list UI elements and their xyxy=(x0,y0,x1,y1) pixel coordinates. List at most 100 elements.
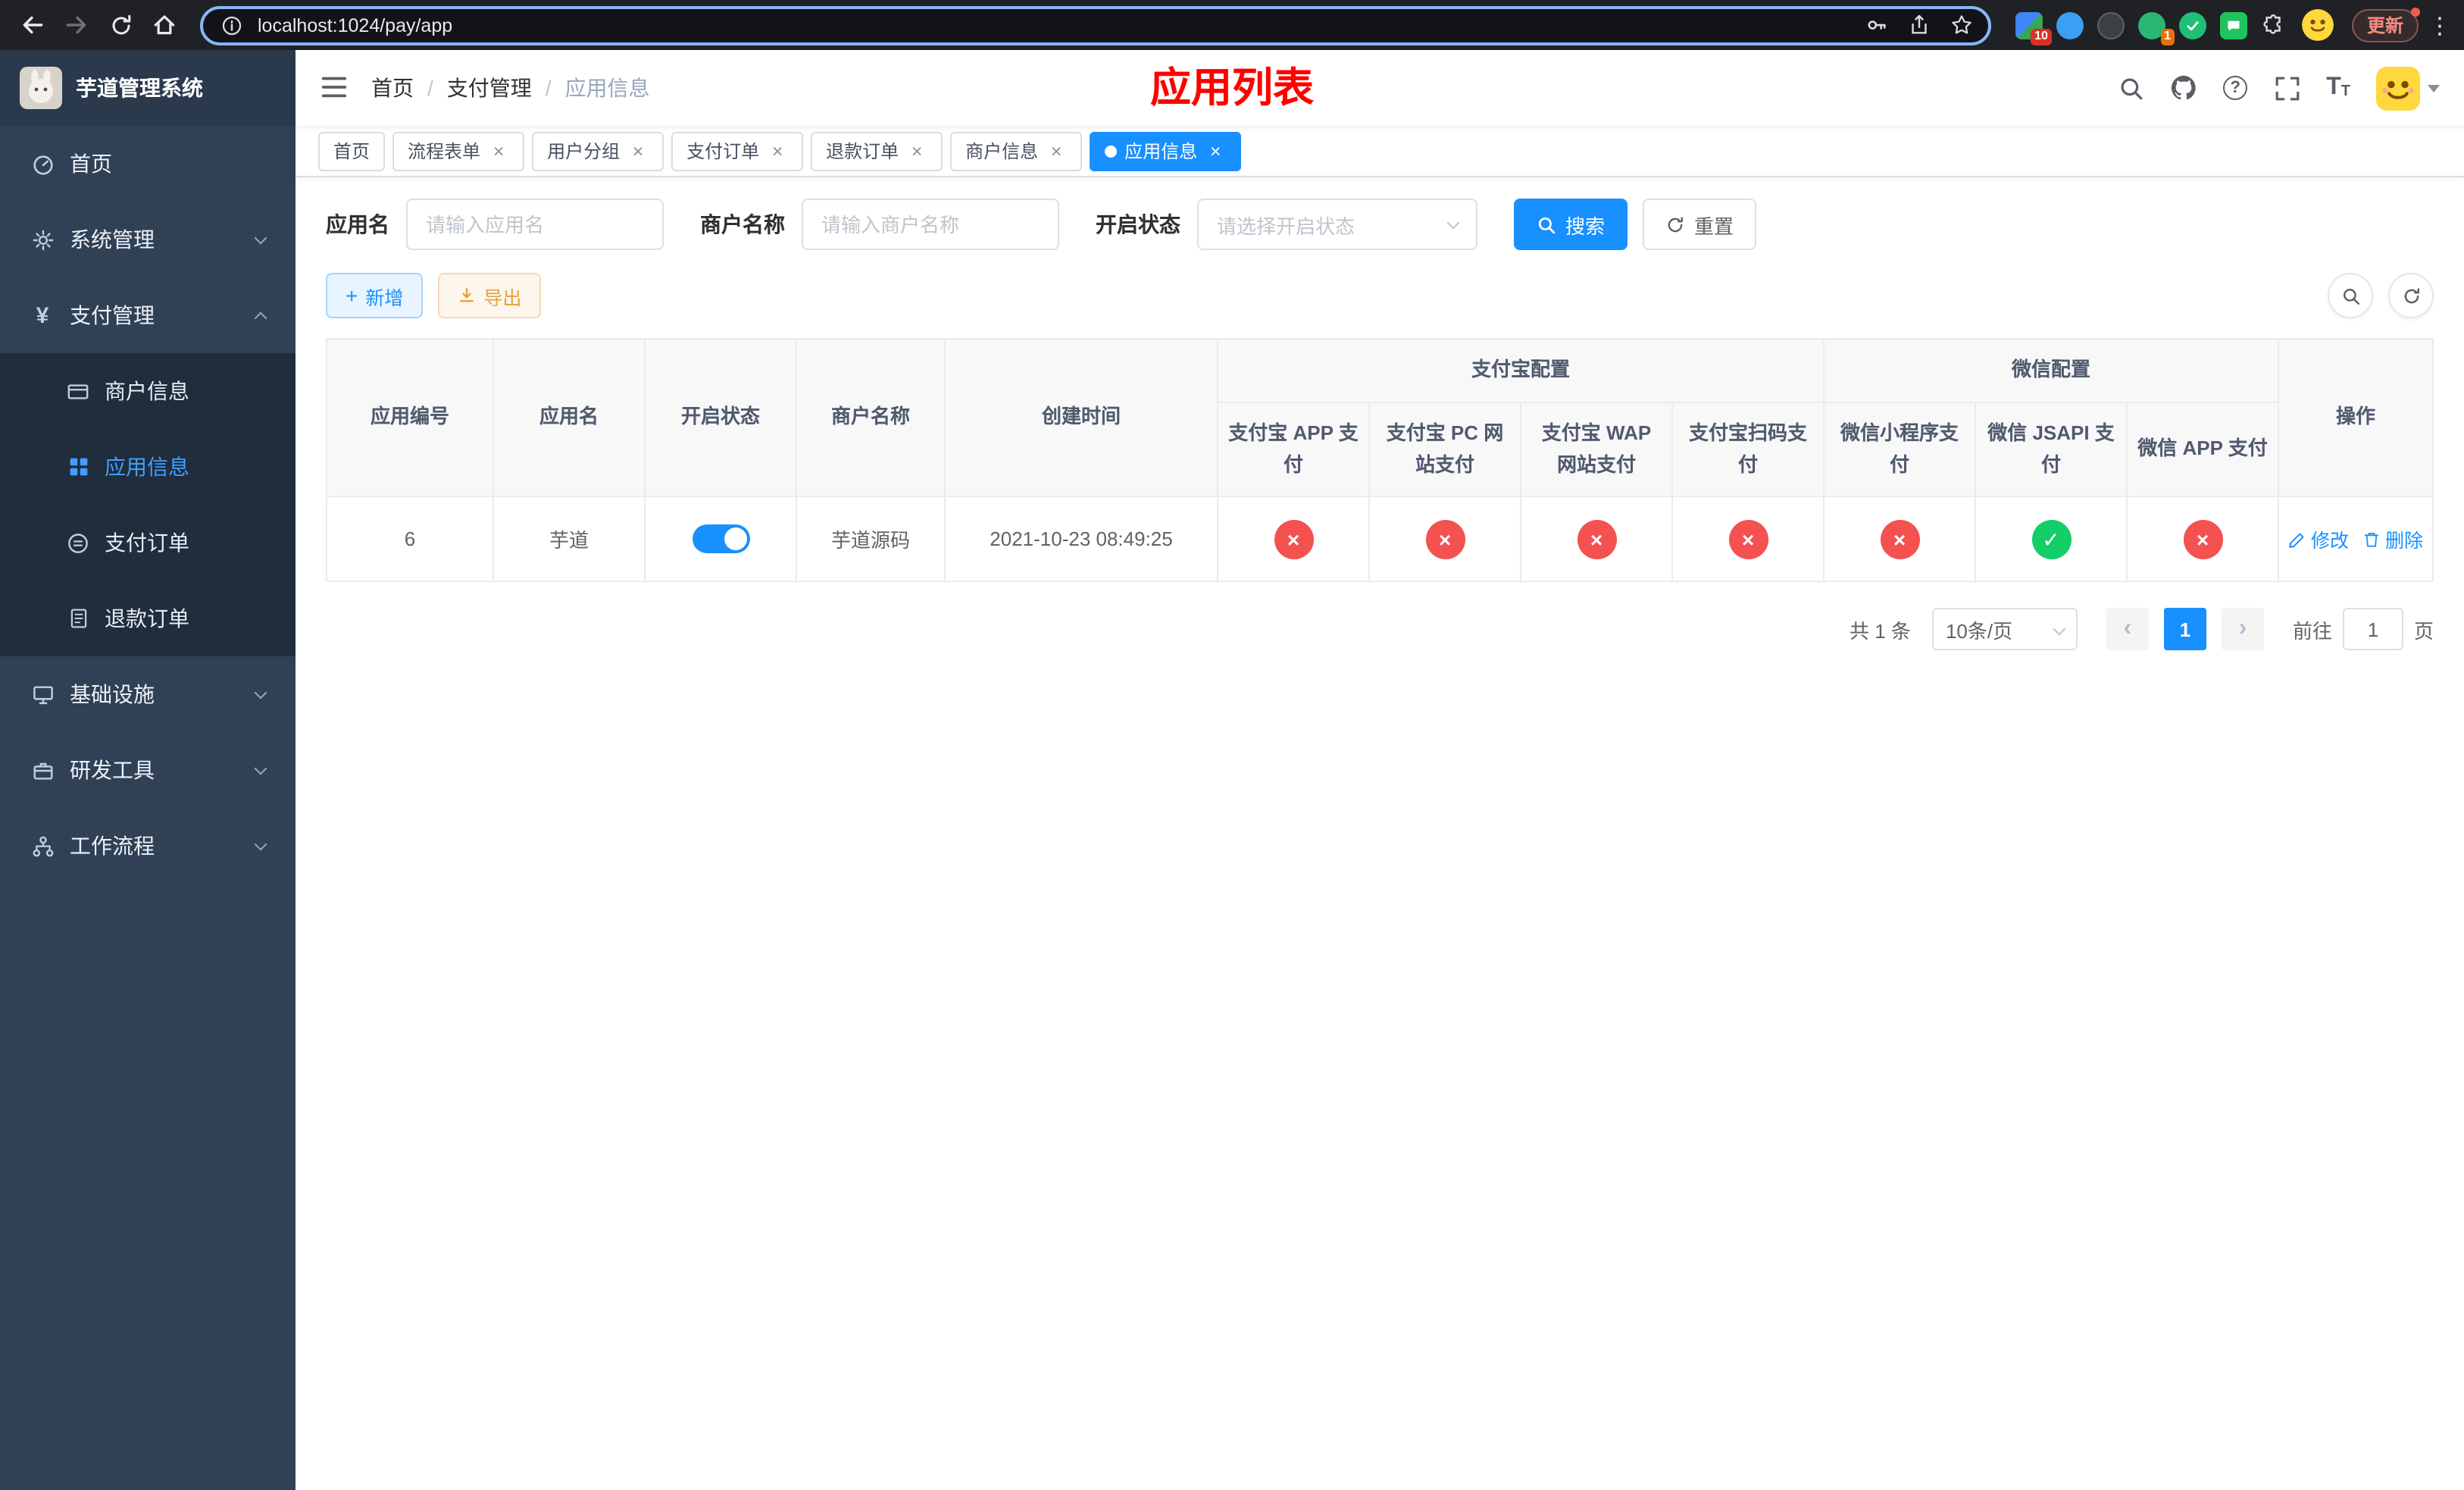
plus-icon: + xyxy=(346,283,358,308)
col-alipay-app: 支付宝 APP 支付 xyxy=(1217,402,1370,497)
delete-button[interactable]: 删除 xyxy=(2362,524,2423,553)
tabs-bar: 首页 流程表单 × 用户分组 × 支付订单 × 退款订单 × 商户信息 × 应用… xyxy=(295,126,2464,177)
github-icon[interactable] xyxy=(2170,74,2197,102)
page-1-button[interactable]: 1 xyxy=(2163,608,2206,650)
merchant-name-input[interactable] xyxy=(802,199,1059,250)
sidebar-item-payment[interactable]: ¥ 支付管理 xyxy=(0,277,295,353)
app-name-label: 应用名 xyxy=(326,212,389,236)
browser-profile-avatar[interactable] xyxy=(2301,9,2334,41)
breadcrumb-payment[interactable]: 支付管理 xyxy=(447,73,532,103)
share-icon[interactable] xyxy=(1908,14,1931,36)
extension-chat-icon[interactable] xyxy=(2219,11,2247,39)
app-name-input[interactable] xyxy=(406,199,664,250)
sidebar-item-app-info[interactable]: 应用信息 xyxy=(0,429,295,505)
cell-actions: 修改 删除 xyxy=(2278,496,2434,582)
search-icon xyxy=(2343,288,2359,304)
extension-check-icon[interactable] xyxy=(2178,11,2206,39)
edit-button[interactable]: 修改 xyxy=(2288,524,2349,553)
tab-process-form[interactable]: 流程表单 × xyxy=(392,131,525,171)
password-key-icon[interactable] xyxy=(1865,14,1888,36)
tab-app-info[interactable]: 应用信息 × xyxy=(1090,131,1242,171)
chevron-down-icon xyxy=(254,762,267,775)
sidebar-toggle-icon[interactable] xyxy=(320,73,350,103)
tab-merchant-info[interactable]: 商户信息 × xyxy=(950,131,1083,171)
tab-pay-order[interactable]: 支付订单 × xyxy=(671,131,804,171)
delete-button-label: 删除 xyxy=(2385,531,2424,552)
status-select[interactable]: 请选择开启状态 xyxy=(1197,199,1477,250)
forward-icon[interactable] xyxy=(56,5,97,45)
close-icon[interactable]: × xyxy=(767,140,788,161)
next-page-button[interactable]: › xyxy=(2221,608,2264,650)
sidebar-item-label: 支付订单 xyxy=(105,531,189,555)
bookmark-star-icon[interactable] xyxy=(1950,14,1973,36)
browser-chrome: localhost:1024/pay/app 10 1 更新 ⋮ xyxy=(0,0,2464,50)
browser-update-label: 更新 xyxy=(2366,15,2403,36)
export-button-label: 导出 xyxy=(483,287,522,308)
avatar xyxy=(2376,66,2420,110)
sidebar-item-pay-order[interactable]: 支付订单 xyxy=(0,505,295,581)
prev-page-button[interactable]: ‹ xyxy=(2106,608,2149,650)
status-fail-icon: × xyxy=(1728,519,1768,559)
address-bar[interactable]: localhost:1024/pay/app xyxy=(200,5,1991,45)
sidebar-item-refund-order[interactable]: 退款订单 xyxy=(0,581,295,656)
extension-icon-1[interactable]: 10 xyxy=(2015,11,2052,45)
breadcrumb-separator: / xyxy=(427,76,433,100)
reset-button[interactable]: 重置 xyxy=(1643,199,1757,250)
page-size-value: 10条/页 xyxy=(1945,619,2013,642)
monitor-icon xyxy=(30,682,55,706)
url-text[interactable]: localhost:1024/pay/app xyxy=(258,14,1865,36)
extension-icon-3[interactable] xyxy=(2097,11,2125,39)
document-icon xyxy=(67,607,89,630)
help-icon[interactable]: ? xyxy=(2223,76,2248,100)
page-size-select[interactable]: 10条/页 xyxy=(1931,608,2078,650)
font-size-icon[interactable]: TT xyxy=(2326,75,2350,100)
toggle-search-button[interactable] xyxy=(2328,273,2373,318)
extension-icon-4[interactable]: 1 xyxy=(2137,11,2175,45)
search-icon[interactable] xyxy=(2117,74,2144,102)
close-icon[interactable]: × xyxy=(1046,140,1067,161)
back-icon[interactable] xyxy=(12,5,53,45)
sidebar-item-workflow[interactable]: 工作流程 xyxy=(0,808,295,884)
reload-icon[interactable] xyxy=(100,5,141,45)
col-wechat-app: 微信 APP 支付 xyxy=(2126,402,2280,497)
refresh-icon xyxy=(2403,287,2419,303)
user-menu[interactable] xyxy=(2376,66,2440,110)
sidebar-payment-submenu: 商户信息 应用信息 支付订单 退款订单 xyxy=(0,353,295,656)
sidebar-item-dev-tools[interactable]: 研发工具 xyxy=(0,732,295,808)
tab-label: 商户信息 xyxy=(965,141,1039,162)
sidebar-item-system[interactable]: 系统管理 xyxy=(0,202,295,277)
tab-user-group[interactable]: 用户分组 × xyxy=(532,131,664,171)
tab-refund-order[interactable]: 退款订单 × xyxy=(811,131,943,171)
close-icon[interactable]: × xyxy=(488,140,509,161)
close-icon[interactable]: × xyxy=(906,140,927,161)
close-icon[interactable]: × xyxy=(1205,140,1226,161)
extension-icon-2[interactable] xyxy=(2056,11,2084,39)
fullscreen-icon[interactable] xyxy=(2273,74,2300,102)
browser-update-button[interactable]: 更新 xyxy=(2351,7,2420,42)
pagination: 共 1 条 10条/页 ‹ 1 › 前往 页 xyxy=(326,608,2434,650)
add-button[interactable]: + 新增 xyxy=(326,273,424,318)
home-icon[interactable] xyxy=(144,5,185,45)
browser-menu-icon[interactable]: ⋮ xyxy=(2428,11,2452,39)
site-info-icon[interactable] xyxy=(218,11,245,39)
app-logo[interactable]: 芋道管理系统 xyxy=(0,50,295,126)
sidebar-item-infrastructure[interactable]: 基础设施 xyxy=(0,656,295,732)
col-created: 创建时间 xyxy=(944,338,1218,497)
breadcrumb-home[interactable]: 首页 xyxy=(371,73,414,103)
cell-alipay-pc-pay: × xyxy=(1368,496,1521,582)
col-group-wechat: 微信配置 xyxy=(1823,338,2280,403)
status-label: 开启状态 xyxy=(1096,212,1180,236)
cell-wechat-app-pay: × xyxy=(2126,496,2280,582)
extensions-puzzle-icon[interactable] xyxy=(2261,11,2288,39)
refresh-button[interactable] xyxy=(2388,273,2434,318)
goto-page-input[interactable] xyxy=(2342,608,2403,650)
status-fail-icon: × xyxy=(1880,519,1920,559)
search-button[interactable]: 搜索 xyxy=(1514,199,1628,250)
sidebar-item-merchant-info[interactable]: 商户信息 xyxy=(0,353,295,429)
export-button[interactable]: 导出 xyxy=(438,273,542,318)
table-toolbar: + 新增 导出 xyxy=(326,273,2434,318)
close-icon[interactable]: × xyxy=(627,140,649,161)
status-toggle[interactable] xyxy=(692,524,749,553)
tab-home[interactable]: 首页 xyxy=(318,131,386,171)
sidebar-item-home[interactable]: 首页 xyxy=(0,126,295,202)
